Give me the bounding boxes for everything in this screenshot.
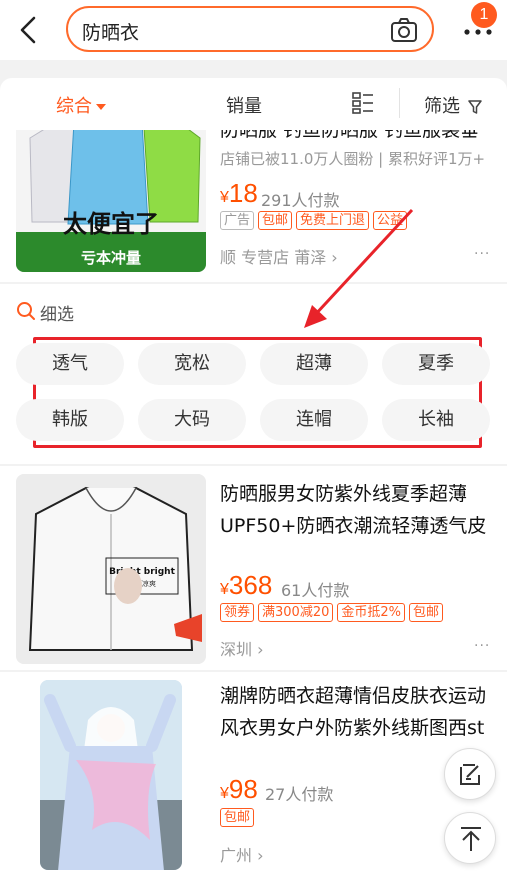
back-to-top-button[interactable] [444, 812, 496, 864]
location-text: 莆泽 [294, 248, 327, 267]
grid-list-icon[interactable] [352, 92, 374, 114]
location-text: 广州 [220, 846, 253, 865]
sort-sales-tab[interactable]: 销量 [226, 92, 262, 118]
tag: 金币抵2% [337, 603, 405, 622]
product-tags: 包邮 [220, 808, 255, 827]
product-title[interactable]: 防晒服男女防紫外线夏季超薄UPF50+防晒衣潮流轻薄透气皮 [220, 478, 494, 542]
sort-divider [399, 88, 400, 118]
product-card-3[interactable]: 潮牌防晒衣超薄情侣皮肤衣运动风衣男女户外防紫外线斯图西st ¥98 27人付款 … [0, 672, 507, 871]
product-card-1[interactable]: 太便宜了 亏本冲量 防晒服 钓鱼防晒服 钓鱼服装垂 店铺已被11.0万人圈粉 |… [0, 130, 507, 282]
more-options-icon[interactable]: ··· [474, 246, 490, 262]
price-symbol: ¥ [220, 581, 229, 598]
price-symbol: ¥ [220, 785, 229, 802]
product-card-2[interactable]: Bright bright 轻薄凉爽 防晒服男女防紫外线夏季超薄UPF50+防晒… [0, 466, 507, 670]
refine-chip[interactable]: 超薄 [260, 343, 368, 385]
tag-ad: 广告 [220, 211, 255, 230]
tag: 领券 [220, 603, 255, 622]
shop-location[interactable]: 广州 › [220, 842, 264, 866]
shop-location[interactable]: 深圳 › [220, 636, 264, 660]
product-image-2[interactable]: Bright bright 轻薄凉爽 [16, 474, 206, 664]
product-image-1[interactable]: 太便宜了 亏本冲量 [16, 130, 206, 272]
sort-comprehensive-tab[interactable]: 综合 [56, 92, 106, 118]
more-options-icon[interactable]: ··· [474, 638, 490, 654]
refine-chip[interactable]: 大码 [138, 399, 246, 441]
camera-icon[interactable] [390, 17, 418, 43]
refine-panel: 细选 透气 宽松 超薄 夏季 韩版 大码 连帽 长袖 [0, 284, 507, 464]
refine-chip[interactable]: 连帽 [260, 399, 368, 441]
product-tags: 领券 满300减20 金币抵2% 包邮 [220, 603, 444, 622]
search-input[interactable]: 防晒衣 [66, 6, 434, 52]
refine-chip[interactable]: 长袖 [382, 399, 490, 441]
product-title[interactable]: 潮牌防晒衣超薄情侣皮肤衣运动风衣男女户外防紫外线斯图西st [220, 680, 494, 744]
filter-button[interactable]: 筛选 [424, 92, 482, 118]
filter-label: 筛选 [424, 96, 460, 117]
product-price: ¥18 [220, 178, 258, 209]
tag: 包邮 [220, 808, 255, 827]
edit-button[interactable] [444, 748, 496, 800]
product-image-3[interactable] [40, 680, 182, 870]
shop-name: 顺 专营店 [220, 248, 290, 267]
sales-count: 27人付款 [265, 785, 334, 804]
tag: 包邮 [258, 211, 293, 230]
tag: 公益 [373, 211, 408, 230]
refine-chip[interactable]: 韩版 [16, 399, 124, 441]
product-price: ¥98 [220, 774, 258, 805]
price-value: 98 [228, 774, 258, 804]
search-icon [17, 302, 35, 320]
sort-comprehensive-label: 综合 [56, 96, 92, 117]
caret-down-icon [96, 104, 106, 110]
price-symbol: ¥ [220, 189, 229, 206]
edit-icon [460, 764, 480, 785]
price-value: 18 [228, 178, 258, 208]
tag: 免费上门退 [296, 211, 370, 230]
shop-fans-info: 店铺已被11.0万人圈粉 | 累积好评1万+ [220, 150, 486, 168]
refine-chip[interactable]: 宽松 [138, 343, 246, 385]
shop-location[interactable]: 顺 专营店 莆泽 › [220, 244, 338, 268]
back-to-top-icon [461, 827, 481, 851]
sales-count: 291人付款 [261, 191, 340, 210]
product-price: ¥368 [220, 570, 272, 601]
tag: 包邮 [409, 603, 444, 622]
back-arrow-icon[interactable] [14, 14, 42, 46]
product-title[interactable]: 防晒服 钓鱼防晒服 钓鱼服装垂 [220, 130, 494, 146]
product-image-subbanner: 亏本冲量 [81, 249, 141, 267]
sales-count: 61人付款 [281, 581, 350, 600]
tag: 满300减20 [258, 603, 334, 622]
product-tags: 广告 包邮 免费上门退 公益 [220, 211, 408, 230]
refine-chip[interactable]: 透气 [16, 343, 124, 385]
funnel-icon [467, 100, 482, 114]
refine-chip[interactable]: 夏季 [382, 343, 490, 385]
search-query-text: 防晒衣 [82, 22, 140, 44]
price-value: 368 [228, 570, 273, 600]
sort-bar: 综合 销量 筛选 [0, 78, 507, 130]
location-text: 深圳 [220, 640, 253, 659]
refine-title: 细选 [40, 305, 74, 325]
notification-badge: 1 [471, 2, 497, 28]
top-bar: 防晒衣 1 [0, 0, 507, 60]
product-image-banner: 太便宜了 [63, 210, 159, 238]
